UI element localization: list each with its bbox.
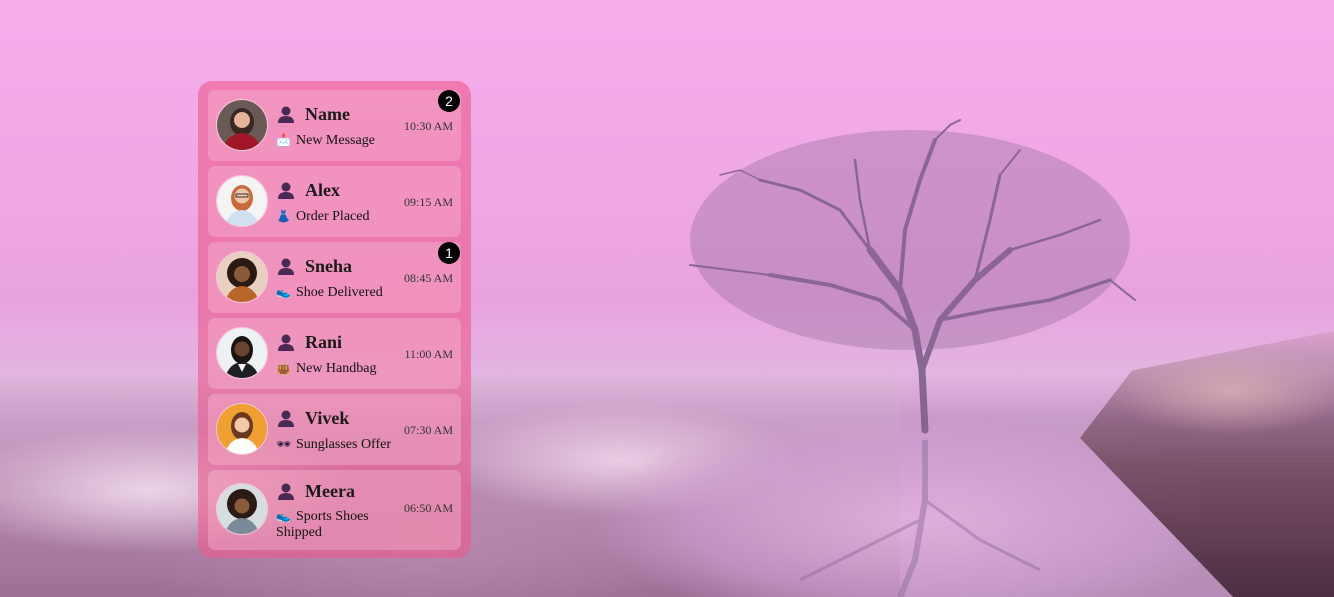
user-icon (278, 106, 294, 123)
message-preview: 👟 Shoe Delivered (276, 285, 383, 300)
shoe-icon: 👟 (276, 285, 291, 299)
message-preview: 👟 Sports Shoes Shipped (276, 509, 369, 540)
timestamp: 11:00 AM (404, 347, 453, 361)
notification-card[interactable]: Vivek 🕶 Sunglasses Offer 07:30 AM (208, 394, 461, 465)
avatar (216, 483, 268, 535)
notification-panel: Name 📩 New Message 10:30 AM 2 Alex 👗 Ord… (198, 81, 471, 558)
notification-card[interactable]: Name 📩 New Message 10:30 AM 2 (208, 90, 461, 161)
avatar (216, 251, 268, 303)
sender-name: Meera (305, 481, 355, 501)
sneaker-icon: 👟 (276, 509, 291, 523)
message-preview: 📩 New Message (276, 133, 375, 148)
message-preview: 👗 Order Placed (276, 209, 370, 224)
desktop-background: Name 📩 New Message 10:30 AM 2 Alex 👗 Ord… (0, 0, 1334, 597)
user-icon (278, 483, 294, 500)
sender-name: Alex (305, 180, 340, 200)
avatar (216, 327, 268, 379)
envelope-icon: 📩 (276, 133, 291, 147)
sender-name: Rani (305, 332, 343, 352)
avatar (216, 99, 268, 151)
notification-card[interactable]: Sneha 👟 Shoe Delivered 08:45 AM 1 (208, 242, 461, 313)
user-icon (278, 258, 294, 275)
avatar (216, 403, 268, 455)
timestamp: 09:15 AM (403, 195, 453, 209)
notification-card[interactable]: Rani 👜 New Handbag 11:00 AM (208, 318, 461, 389)
unread-count-badge: 1 (438, 242, 460, 264)
timestamp: 07:30 AM (403, 423, 453, 437)
sender-name: Sneha (305, 256, 353, 276)
sender-name: Name (305, 104, 350, 124)
sender-name: Vivek (305, 408, 350, 428)
timestamp: 10:30 AM (403, 119, 453, 133)
message-preview: 👜 New Handbag (276, 361, 377, 376)
message-preview: 🕶 Sunglasses Offer (276, 437, 392, 452)
unread-count-badge: 2 (438, 90, 460, 112)
user-icon (278, 334, 294, 351)
notification-card[interactable]: Meera 👟 Sports Shoes Shipped 06:50 AM (208, 470, 461, 550)
timestamp: 08:45 AM (403, 271, 453, 285)
user-icon (278, 182, 294, 199)
notification-card[interactable]: Alex 👗 Order Placed 09:15 AM (208, 166, 461, 237)
dress-icon: 👗 (276, 209, 291, 223)
handbag-icon: 👜 (276, 361, 291, 375)
user-icon (278, 410, 294, 427)
timestamp: 06:50 AM (403, 501, 453, 515)
avatar (216, 175, 268, 227)
sunglasses-icon: 🕶 (276, 437, 292, 451)
